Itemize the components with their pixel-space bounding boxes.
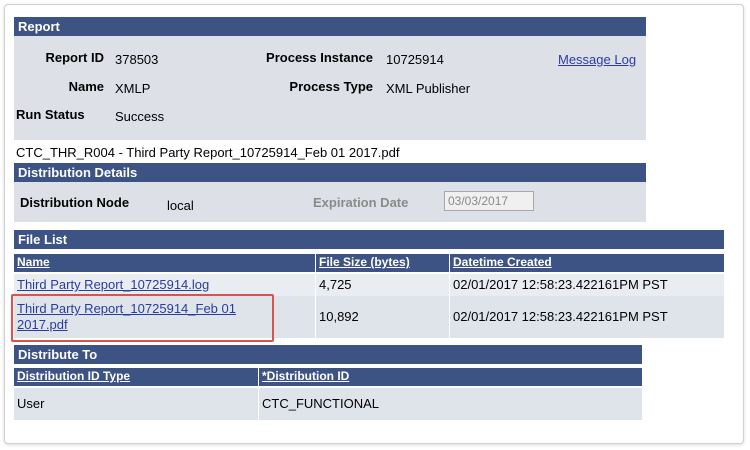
distribution-node-label: Distribution Node — [20, 195, 130, 210]
file-log-link[interactable]: Third Party Report_10725914.log — [17, 277, 209, 292]
col-datetime-header[interactable]: Datetime Created — [450, 254, 724, 272]
process-instance-value: 10725914 — [386, 52, 444, 67]
report-header: Report — [14, 17, 646, 36]
name-label: Name — [68, 79, 104, 94]
distribution-node-value: local — [167, 198, 194, 213]
col-distribution-id-type-header[interactable]: Distribution ID Type — [14, 368, 259, 386]
process-instance-label: Process Instance — [266, 50, 373, 65]
pdf-highlight-box — [11, 294, 274, 342]
expiration-date-label: Expiration Date — [313, 195, 409, 210]
distribute-to-header: Distribute To — [14, 345, 642, 364]
distribution-id-cell: CTC_FUNCTIONAL — [259, 388, 642, 420]
run-status-label: Run Status — [16, 107, 85, 122]
name-value: XMLP — [115, 81, 151, 96]
run-status-value: Success — [115, 109, 165, 124]
process-type-label: Process Type — [289, 79, 373, 94]
report-id-label: Report ID — [45, 50, 105, 65]
col-size-header[interactable]: File Size (bytes) — [316, 254, 450, 272]
datetime-cell: 02/01/2017 12:58:23.422161PM PST — [450, 274, 724, 296]
message-log-link[interactable]: Message Log — [558, 52, 636, 67]
col-distribution-id-header[interactable]: *Distribution ID — [259, 368, 642, 386]
file-title: CTC_THR_R004 - Third Party Report_107259… — [16, 145, 400, 160]
file-size-cell: 4,725 — [316, 274, 450, 296]
process-type-value: XML Publisher — [386, 81, 471, 96]
datetime-cell: 02/01/2017 12:58:23.422161PM PST — [450, 296, 724, 338]
file-list-header: File List — [14, 230, 724, 249]
col-name-header[interactable]: Name — [14, 254, 316, 272]
file-size-cell: 10,892 — [316, 296, 450, 338]
expiration-date-field: 03/03/2017 — [444, 191, 534, 211]
distribution-details-header: Distribution Details — [14, 163, 646, 182]
report-id-value: 378503 — [115, 52, 159, 67]
table-row: Third Party Report_10725914.log — [14, 274, 316, 296]
distribution-type-cell: User — [14, 388, 259, 420]
